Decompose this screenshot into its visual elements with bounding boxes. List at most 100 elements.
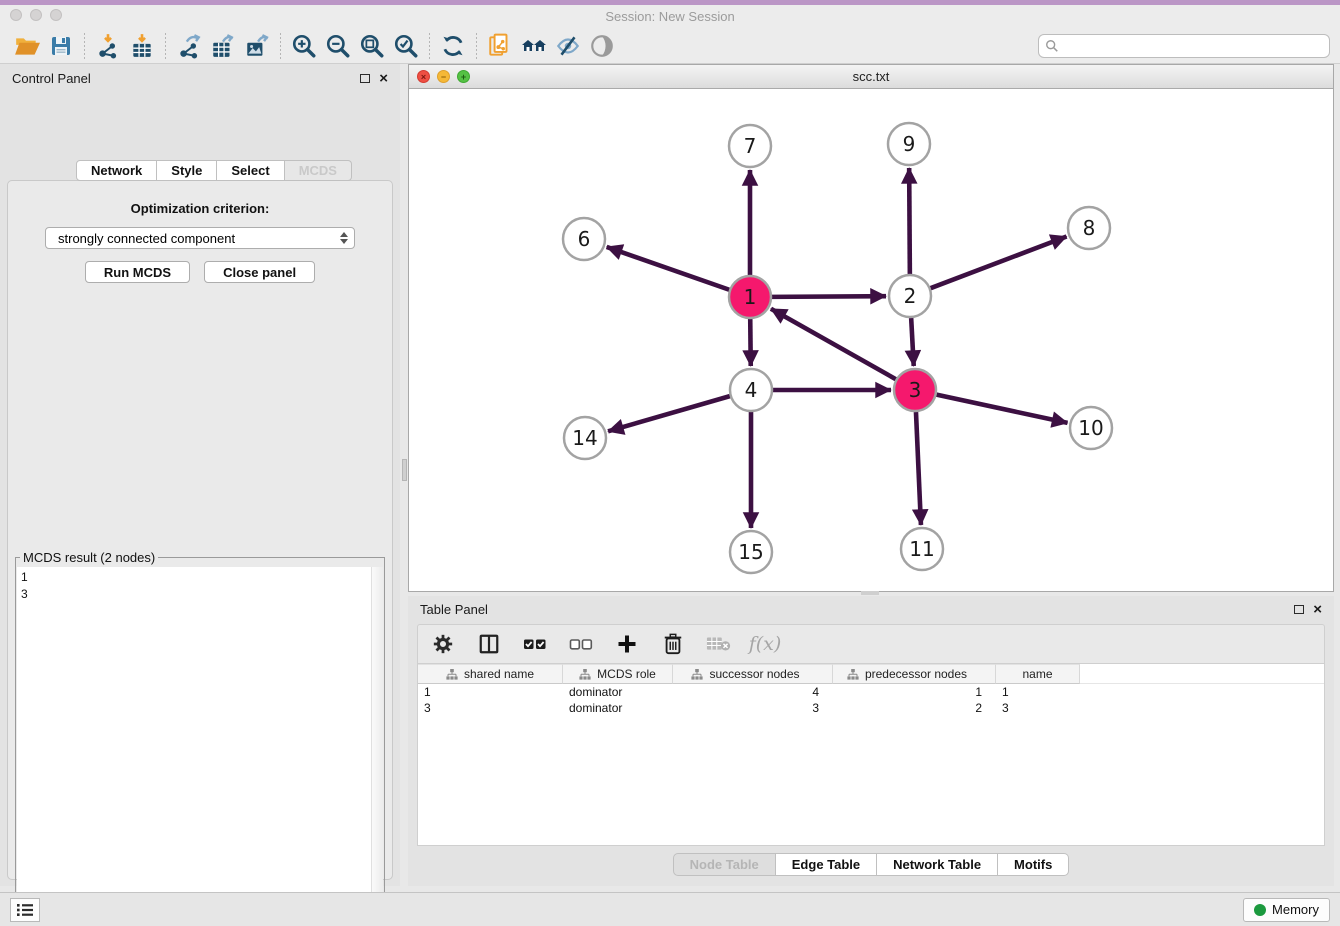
graph-edge-3-11[interactable]: [916, 412, 921, 525]
zoom-out-button[interactable]: [321, 31, 355, 61]
graph-edge-2-9[interactable]: [909, 168, 910, 274]
run-mcds-button[interactable]: Run MCDS: [85, 261, 190, 283]
graph-edge-1-6[interactable]: [607, 247, 730, 290]
import-table-button[interactable]: [125, 31, 159, 61]
graph-edge-3-1[interactable]: [771, 309, 896, 379]
column-header-predecessor-nodes[interactable]: predecessor nodes: [833, 664, 996, 684]
add-column-button[interactable]: [614, 631, 640, 657]
close-panel-button[interactable]: Close panel: [204, 261, 315, 283]
toolbar-search-field[interactable]: [1038, 34, 1330, 58]
tab-edge-table[interactable]: Edge Table: [776, 853, 877, 876]
first-neighbors-button[interactable]: [517, 31, 551, 61]
delete-column-button[interactable]: [660, 631, 686, 657]
result-scrollbar[interactable]: [371, 567, 383, 926]
graph-node-9[interactable]: 9: [888, 123, 930, 165]
toolbar-separator: [165, 33, 166, 59]
tab-motifs[interactable]: Motifs: [998, 853, 1069, 876]
graph-node-1[interactable]: 1: [729, 276, 771, 318]
tab-network[interactable]: Network: [76, 160, 157, 181]
import-network-button[interactable]: [91, 31, 125, 61]
show-all-button[interactable]: [585, 31, 619, 61]
cell-predecessor-nodes[interactable]: 2: [833, 700, 996, 716]
table-row[interactable]: 1 dominator 4 1 1: [418, 684, 1324, 700]
network-from-selection-button[interactable]: [483, 31, 517, 61]
float-panel-icon[interactable]: [360, 74, 370, 83]
function-builder-button[interactable]: f(x): [752, 631, 778, 657]
mcds-result-text[interactable]: 1 3: [17, 567, 383, 926]
tab-network-table[interactable]: Network Table: [877, 853, 998, 876]
network-canvas[interactable]: 7 9 6 8 1 2 4 3 14 10 15 11: [409, 89, 1333, 590]
close-window-button[interactable]: [10, 9, 22, 21]
export-network-button[interactable]: [172, 31, 206, 61]
tab-style[interactable]: Style: [157, 160, 217, 181]
select-all-button[interactable]: [522, 631, 548, 657]
graph-node-11[interactable]: 11: [901, 528, 943, 570]
mcds-result-title: MCDS result (2 nodes): [20, 550, 158, 565]
memory-button[interactable]: Memory: [1243, 898, 1330, 922]
save-session-button[interactable]: [44, 31, 78, 61]
cell-successor-nodes[interactable]: 4: [673, 684, 833, 700]
cell-name[interactable]: 3: [996, 700, 1080, 716]
zoom-in-icon: [291, 33, 317, 59]
graph-node-14[interactable]: 14: [564, 417, 606, 459]
zoom-out-icon: [325, 33, 351, 59]
network-window-titlebar[interactable]: × − + scc.txt: [409, 65, 1333, 89]
window-traffic-lights[interactable]: [10, 9, 62, 21]
cell-name[interactable]: 1: [996, 684, 1080, 700]
zoom-in-button[interactable]: [287, 31, 321, 61]
open-file-button[interactable]: [10, 31, 44, 61]
cell-predecessor-nodes[interactable]: 1: [833, 684, 996, 700]
export-image-button[interactable]: [240, 31, 274, 61]
cell-shared-name[interactable]: 1: [418, 684, 563, 700]
graph-node-3[interactable]: 3: [894, 369, 936, 411]
graph-edge-2-8[interactable]: [931, 237, 1067, 289]
minimize-window-button[interactable]: [30, 9, 42, 21]
graph-edge-3-10[interactable]: [937, 395, 1068, 423]
delete-table-button[interactable]: [706, 631, 732, 657]
trash-icon: [662, 632, 684, 656]
column-header-shared-name[interactable]: shared name: [418, 664, 563, 684]
column-header-successor-nodes[interactable]: successor nodes: [673, 664, 833, 684]
graph-node-4[interactable]: 4: [730, 369, 772, 411]
table-row[interactable]: 3 dominator 3 2 3: [418, 700, 1324, 716]
close-panel-icon[interactable]: ×: [379, 71, 388, 86]
task-history-button[interactable]: [10, 898, 40, 922]
graph-node-8[interactable]: 8: [1068, 207, 1110, 249]
search-input[interactable]: [1063, 39, 1323, 53]
cell-mcds-role[interactable]: dominator: [563, 684, 673, 700]
tab-mcds[interactable]: MCDS: [285, 160, 352, 181]
export-table-button[interactable]: [206, 31, 240, 61]
horizontal-splitter-handle[interactable]: [861, 591, 879, 595]
refresh-button[interactable]: [436, 31, 470, 61]
zoom-fit-button[interactable]: [355, 31, 389, 61]
close-table-panel-icon[interactable]: ×: [1313, 602, 1322, 617]
float-table-panel-icon[interactable]: [1294, 605, 1304, 614]
column-header-name[interactable]: name: [996, 664, 1080, 684]
cell-shared-name[interactable]: 3: [418, 700, 563, 716]
network-close-button[interactable]: ×: [417, 70, 430, 83]
graph-node-6[interactable]: 6: [563, 218, 605, 260]
cell-mcds-role[interactable]: dominator: [563, 700, 673, 716]
tab-select[interactable]: Select: [217, 160, 284, 181]
network-minimize-button[interactable]: −: [437, 70, 450, 83]
criterion-dropdown[interactable]: strongly connected component: [45, 227, 355, 249]
graph-node-15[interactable]: 15: [730, 531, 772, 573]
zoom-selected-button[interactable]: [389, 31, 423, 61]
graph-edge-1-2[interactable]: [772, 296, 886, 297]
graph-edge-4-14[interactable]: [608, 396, 730, 431]
hide-selected-button[interactable]: [551, 31, 585, 61]
graph-node-2[interactable]: 2: [889, 275, 931, 317]
zoom-window-button[interactable]: [50, 9, 62, 21]
graph-node-10[interactable]: 10: [1070, 407, 1112, 449]
panel-splitter-handle[interactable]: [402, 459, 407, 481]
graph-edge-2-3[interactable]: [911, 318, 914, 366]
cell-successor-nodes[interactable]: 3: [673, 700, 833, 716]
toggle-column-view-button[interactable]: [476, 631, 502, 657]
graph-edge-1-4[interactable]: [750, 319, 751, 366]
table-settings-button[interactable]: [430, 631, 456, 657]
deselect-all-button[interactable]: [568, 631, 594, 657]
graph-node-7[interactable]: 7: [729, 125, 771, 167]
network-maximize-button[interactable]: +: [457, 70, 470, 83]
tab-node-table[interactable]: Node Table: [673, 853, 776, 876]
column-header-mcds-role[interactable]: MCDS role: [563, 664, 673, 684]
